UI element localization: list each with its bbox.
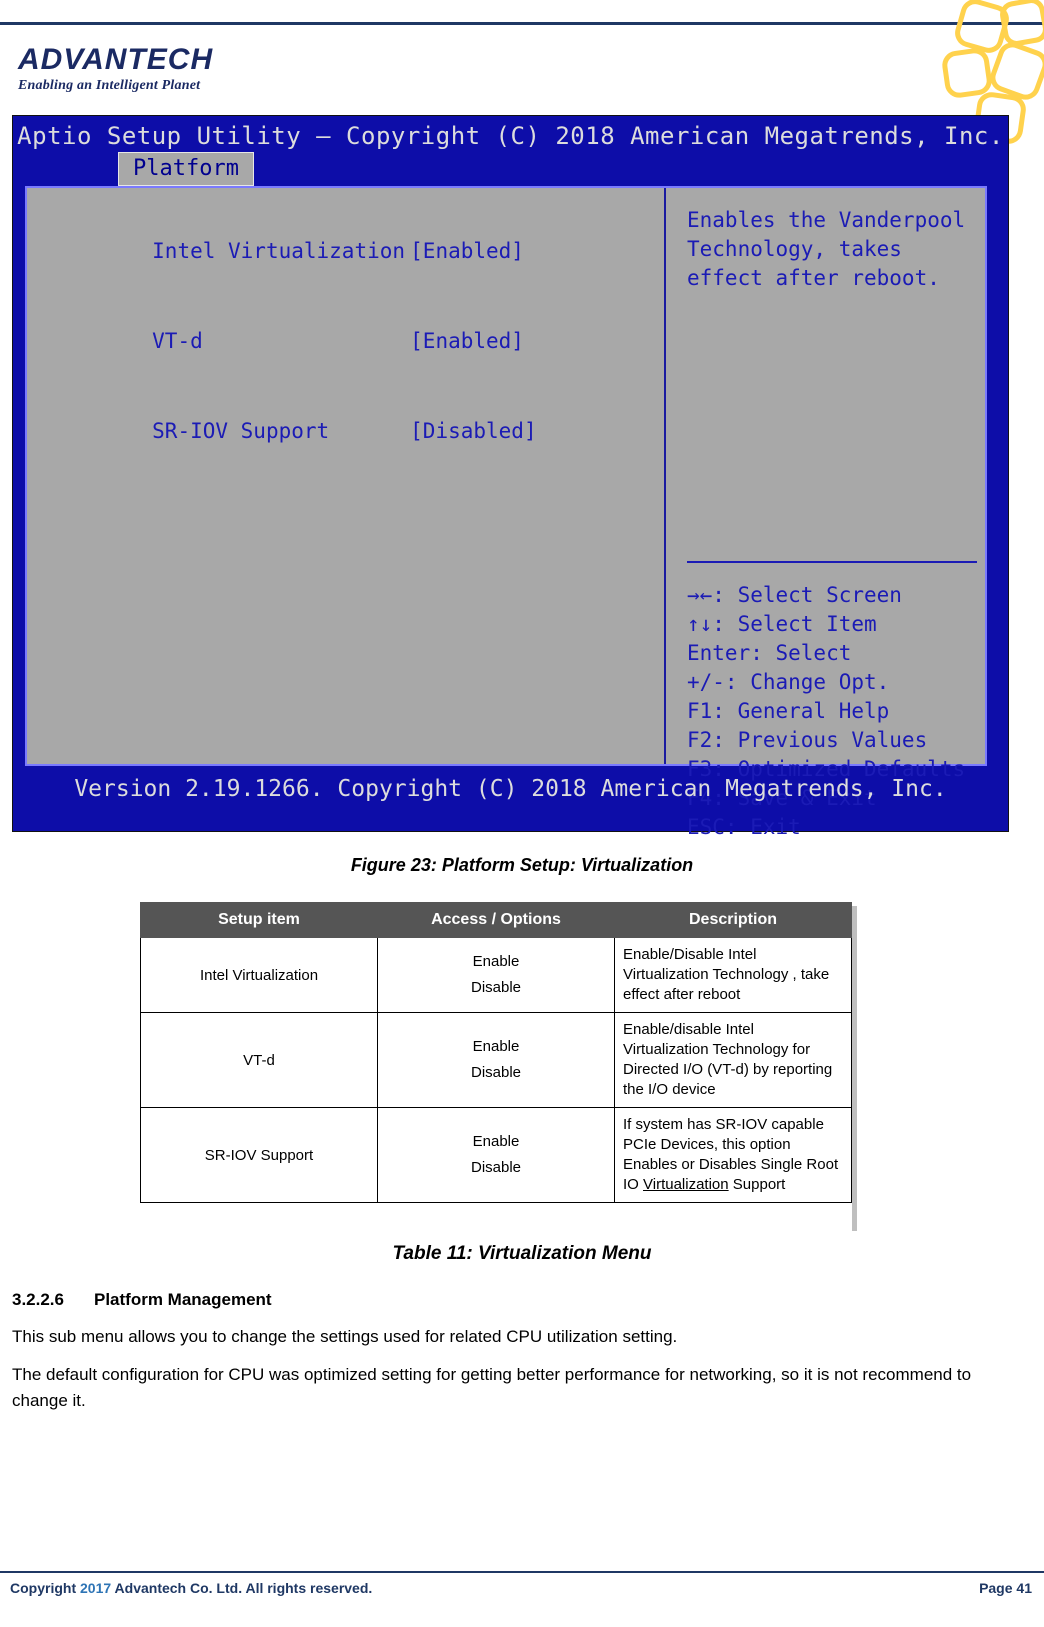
bios-setting-row[interactable]: SR-IOV Support [Disabled] <box>51 386 664 476</box>
bios-body: Intel Virtualization [Enabled] VT-d [Enabl… <box>25 186 987 839</box>
advantech-logo: ADVANTECH Enabling an Intelligent Planet <box>18 45 308 94</box>
table-row: VT-d Enable Disable Enable/disable Intel… <box>140 1012 852 1108</box>
logo-wordmark: ADVANTECH <box>18 43 214 76</box>
footer-copyright: Copyright 2017 Advantech Co. Ltd. All ri… <box>10 1580 372 1596</box>
footer-divider <box>0 1571 1044 1573</box>
bios-help-text: Enables the Vanderpool Technology, takes… <box>687 208 966 290</box>
bios-help-pane: Enables the Vanderpool Technology, takes… <box>675 188 987 839</box>
figure-caption: Figure 23: Platform Setup: Virtualizatio… <box>350 855 694 875</box>
section-title: Platform Management <box>94 1290 272 1309</box>
bios-settings-pane: Intel Virtualization [Enabled] VT-d [Enabl… <box>27 188 664 764</box>
virtualization-table: Setup item Access / Options Description … <box>140 902 852 1203</box>
option-disable: Disable <box>470 979 522 996</box>
option-disable: Disable <box>470 1159 522 1176</box>
bios-setting-row[interactable]: VT-d [Enabled] <box>51 296 664 386</box>
bios-tab-platform[interactable]: Platform <box>118 152 254 186</box>
bios-help-separator <box>687 561 977 563</box>
logo-tagline: Enabling an Intelligent Planet <box>18 78 201 93</box>
bios-setting-value[interactable]: [Enabled] <box>410 239 524 263</box>
table-cell-item: SR-IOV Support <box>140 1107 378 1203</box>
bios-pane-divider <box>664 188 666 764</box>
section-heading: 3.2.2.6 Platform Management <box>12 1290 272 1310</box>
footer-page-number: Page 41 <box>979 1580 1032 1596</box>
bios-version-line: Version 2.19.1266. Copyright (C) 2018 Am… <box>74 776 947 802</box>
bios-screenshot: Aptio Setup Utility – Copyright (C) 2018… <box>12 115 1009 839</box>
option-enable: Enable <box>472 953 520 970</box>
bios-setting-label: Intel Virtualization <box>152 239 406 263</box>
table-header-row: Setup item Access / Options Description <box>140 902 852 938</box>
bios-setting-label: SR-IOV Support <box>152 419 330 443</box>
table-cell-options: Enable Disable <box>377 937 615 1013</box>
bios-setting-row[interactable]: Intel Virtualization [Enabled] <box>51 206 664 296</box>
table-cell-options: Enable Disable <box>377 1107 615 1203</box>
footer-copyright-pre: Copyright <box>10 1580 80 1596</box>
section-number: 3.2.2.6 <box>12 1290 64 1309</box>
table-cell-description: If system has SR-IOV capable PCIe Device… <box>614 1107 852 1203</box>
bios-setting-label: VT-d <box>152 329 203 353</box>
description-link[interactable]: Virtualization <box>643 1176 729 1193</box>
footer-year: 2017 <box>80 1580 112 1596</box>
section-paragraph-2: The default configuration for CPU was op… <box>12 1365 972 1410</box>
table-cell-description: Enable/Disable Intel Virtualization Tech… <box>614 937 852 1013</box>
table-header-cell: Setup item <box>140 902 378 938</box>
table-header-cell: Access / Options <box>377 902 615 938</box>
option-enable: Enable <box>472 1038 520 1055</box>
option-enable: Enable <box>472 1133 520 1150</box>
description-part-2: Support <box>728 1176 786 1193</box>
bios-title: Aptio Setup Utility – Copyright (C) 2018… <box>17 122 1004 150</box>
table-cell-description: Enable/disable Intel Virtualization Tech… <box>614 1012 852 1108</box>
table-caption: Table 11: Virtualization Menu <box>392 1243 652 1264</box>
header-divider <box>0 22 1044 25</box>
section-paragraph-1: This sub menu allows you to change the s… <box>12 1327 678 1346</box>
table-row: SR-IOV Support Enable Disable If system … <box>140 1107 852 1203</box>
table-cell-item: VT-d <box>140 1012 378 1108</box>
table-shadow <box>852 906 857 1231</box>
bios-key-legend: →←: Select Screen ↑↓: Select Item Enter:… <box>687 583 966 839</box>
table-row: Intel Virtualization Enable Disable Enab… <box>140 937 852 1013</box>
bios-setting-value[interactable]: [Disabled] <box>410 419 536 443</box>
option-disable: Disable <box>470 1064 522 1081</box>
table-header-cell: Description <box>614 902 852 938</box>
table-cell-options: Enable Disable <box>377 1012 615 1108</box>
table-cell-item: Intel Virtualization <box>140 937 378 1013</box>
footer-copyright-post: Advantech Co. Ltd. All rights reserved. <box>111 1580 373 1596</box>
bios-setting-value[interactable]: [Enabled] <box>410 329 524 353</box>
